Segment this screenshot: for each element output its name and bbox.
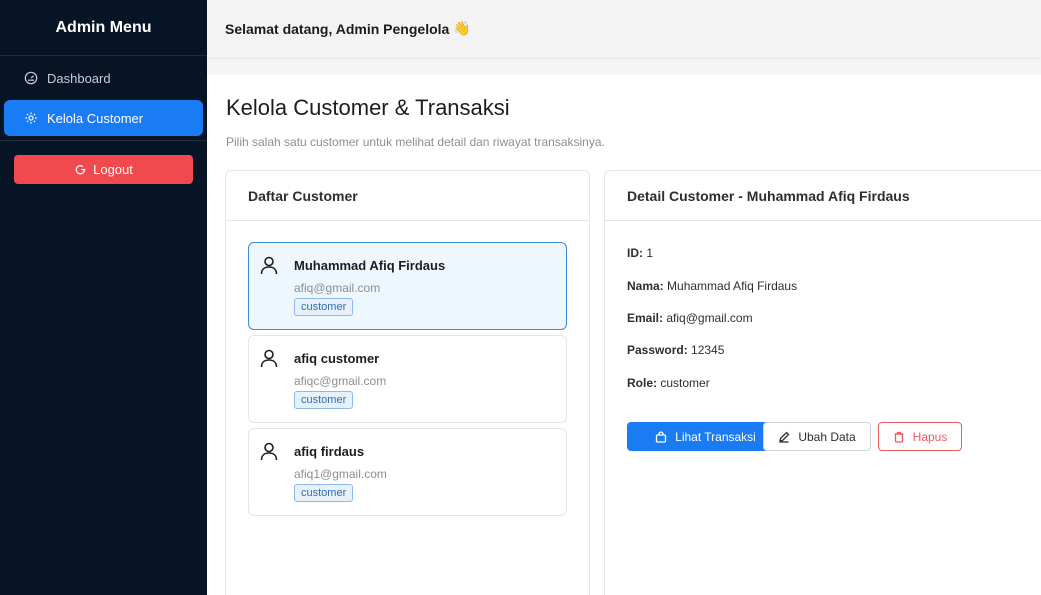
detail-field-id: ID: 1 xyxy=(627,246,653,260)
customer-item[interactable]: afiq firdaus afiq1@gmail.com customer xyxy=(248,428,567,516)
customer-list-card: Daftar Customer Muhammad Afiq Firdaus af… xyxy=(225,170,590,595)
sidebar-item-label: Kelola Customer xyxy=(47,110,144,126)
customer-list-header: Daftar Customer xyxy=(226,171,589,221)
welcome-text: Selamat datang, Admin Pengelola xyxy=(225,20,450,37)
dashboard-gauge-icon xyxy=(24,71,38,85)
customer-detail-header: Detail Customer - Muhammad Afiq Firdaus xyxy=(605,171,1041,221)
waving-hand-icon: 👋 xyxy=(453,20,471,36)
field-label: Password: xyxy=(627,343,688,357)
page-title: Kelola Customer & Transaksi xyxy=(226,95,510,120)
field-value: afiq@gmail.com xyxy=(666,311,753,325)
view-transactions-button[interactable]: Lihat Transaksi xyxy=(627,422,784,451)
customer-name: afiq customer xyxy=(294,351,380,366)
customer-email: afiq1@gmail.com xyxy=(294,467,387,481)
customer-item[interactable]: afiq customer afiqc@gmail.com customer xyxy=(248,335,567,423)
detail-field-password: Password: 12345 xyxy=(627,343,724,357)
trash-icon xyxy=(894,431,904,443)
sidebar-title: Admin Menu xyxy=(0,0,207,56)
sidebar-item-dashboard[interactable]: Dashboard xyxy=(4,60,203,96)
person-icon xyxy=(260,349,278,368)
customer-name: Muhammad Afiq Firdaus xyxy=(294,258,446,273)
edit-button[interactable]: Ubah Data xyxy=(763,422,871,451)
person-icon xyxy=(260,256,278,275)
delete-button[interactable]: Hapus xyxy=(878,422,962,451)
field-label: Nama: xyxy=(627,279,664,293)
shopping-bag-icon xyxy=(655,430,667,443)
customer-email: afiqc@gmail.com xyxy=(294,374,387,388)
customer-item[interactable]: Muhammad Afiq Firdaus afiq@gmail.com cus… xyxy=(248,242,567,330)
person-icon xyxy=(260,442,278,461)
field-value: 1 xyxy=(646,246,654,260)
customer-name: afiq firdaus xyxy=(294,444,365,459)
top-header: Selamat datang, Admin Pengelola 👋 xyxy=(207,0,1041,57)
sidebar-divider xyxy=(0,140,207,141)
field-value: Muhammad Afiq Firdaus xyxy=(667,279,798,293)
role-badge: customer xyxy=(294,484,354,502)
logout-label: Logout xyxy=(93,162,133,177)
logout-button[interactable]: Logout xyxy=(14,155,193,184)
field-value: customer xyxy=(660,376,710,390)
button-label: Lihat Transaksi xyxy=(675,429,756,444)
page-subtitle: Pilih salah satu customer untuk melihat … xyxy=(226,135,605,149)
button-label: Ubah Data xyxy=(798,429,856,444)
customer-email: afiq@gmail.com xyxy=(294,281,381,295)
field-label: Email: xyxy=(627,311,664,325)
pencil-icon xyxy=(779,431,790,443)
gear-icon xyxy=(25,112,37,124)
field-label: Role: xyxy=(627,376,657,390)
detail-field-role: Role: customer xyxy=(627,376,710,390)
button-label: Hapus xyxy=(912,429,948,444)
detail-field-nama: Nama: Muhammad Afiq Firdaus xyxy=(627,279,797,293)
role-badge: customer xyxy=(294,298,354,316)
logout-power-icon xyxy=(75,165,86,175)
main-content: Kelola Customer & Transaksi Pilih salah … xyxy=(207,75,1041,595)
field-value: 12345 xyxy=(691,343,725,357)
field-label: ID: xyxy=(627,246,643,260)
customer-detail-card: Detail Customer - Muhammad Afiq Firdaus … xyxy=(604,170,1041,595)
role-badge: customer xyxy=(294,391,354,409)
detail-field-email: Email: afiq@gmail.com xyxy=(627,311,753,325)
sidebar: Admin Menu Dashboard Kelola Customer Log… xyxy=(0,0,207,595)
sidebar-item-kelola-customer[interactable]: Kelola Customer xyxy=(4,100,203,136)
sidebar-item-label: Dashboard xyxy=(47,70,111,86)
